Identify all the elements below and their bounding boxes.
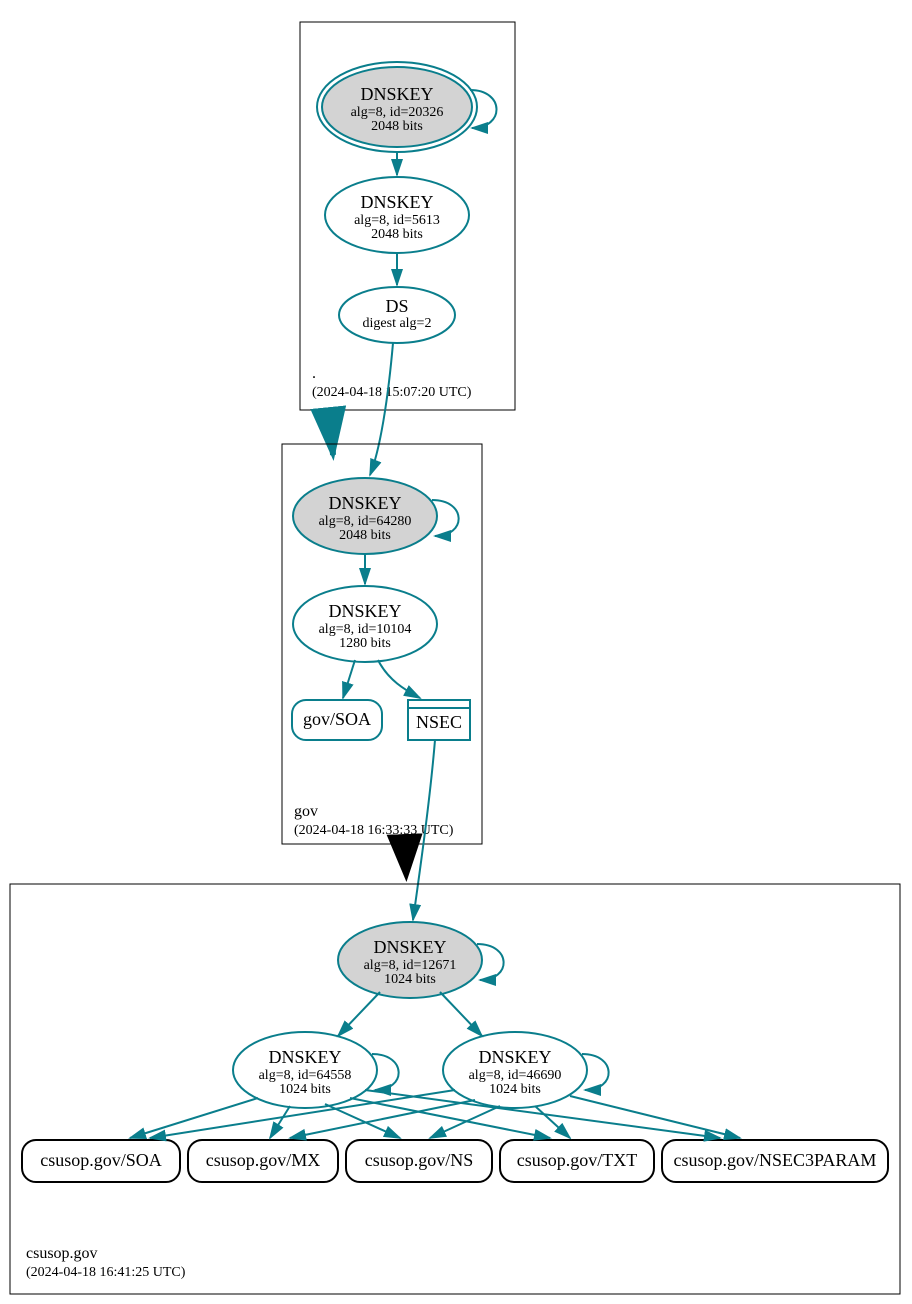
- gov-ksk-title: DNSKEY: [328, 493, 401, 513]
- edge-root-to-gov: [333, 410, 340, 455]
- csusop-ksk-node: DNSKEY alg=8, id=12671 1024 bits: [338, 922, 482, 998]
- gov-nsec-label: NSEC: [416, 712, 462, 732]
- e-z2-txt: [535, 1106, 570, 1138]
- gov-nsec-node: NSEC: [408, 700, 470, 740]
- csusop-zsk2-title: DNSKEY: [478, 1047, 551, 1067]
- root-zsk-bits: 2048 bits: [371, 227, 423, 242]
- edge-ksk-zsk2: [440, 992, 482, 1036]
- csusop-ksk-bits: 1024 bits: [384, 972, 436, 987]
- root-ksk-bits: 2048 bits: [371, 119, 423, 134]
- edge-ds-to-gov-ksk: [370, 343, 393, 475]
- csusop-zsk1-bits: 1024 bits: [279, 1082, 331, 1097]
- csusop-mx-label: csusop.gov/MX: [206, 1150, 321, 1170]
- edge-gov-to-csusop: [405, 844, 406, 870]
- csusop-zsk2-bits: 1024 bits: [489, 1082, 541, 1097]
- csusop-zsk1-meta: alg=8, id=64558: [259, 1068, 352, 1083]
- zone-csusop-name: csusop.gov: [26, 1245, 98, 1262]
- gov-ksk-node: DNSKEY alg=8, id=64280 2048 bits: [293, 478, 437, 554]
- gov-zsk-bits: 1280 bits: [339, 636, 391, 651]
- gov-zsk-meta: alg=8, id=10104: [319, 622, 412, 637]
- edge-gov-zsk-nsec: [378, 660, 420, 698]
- gov-zsk-title: DNSKEY: [328, 601, 401, 621]
- zone-gov-ts: (2024-04-18 16:33:33 UTC): [294, 823, 454, 838]
- csusop-ksk-title: DNSKEY: [373, 937, 446, 957]
- root-ksk-node: DNSKEY alg=8, id=20326 2048 bits: [317, 62, 477, 152]
- gov-ksk-meta: alg=8, id=64280: [319, 514, 412, 529]
- gov-ksk-bits: 2048 bits: [339, 528, 391, 543]
- gov-zsk-node: DNSKEY alg=8, id=10104 1280 bits: [293, 586, 437, 662]
- root-ds-meta: digest alg=2: [363, 316, 432, 331]
- dnssec-diagram: . (2024-04-18 15:07:20 UTC) DNSKEY alg=8…: [0, 0, 912, 1304]
- gov-soa-label: gov/SOA: [303, 709, 371, 729]
- zone-csusop-ts: (2024-04-18 16:41:25 UTC): [26, 1265, 186, 1280]
- zone-root-name: .: [312, 365, 316, 382]
- root-zsk-node: DNSKEY alg=8, id=5613 2048 bits: [325, 177, 469, 253]
- csusop-soa-label: csusop.gov/SOA: [40, 1150, 162, 1170]
- csusop-zsk1-node: DNSKEY alg=8, id=64558 1024 bits: [233, 1032, 377, 1108]
- edge-gov-zsk-soa: [343, 660, 355, 698]
- csusop-zsk1-title: DNSKEY: [268, 1047, 341, 1067]
- csusop-nsec3param-label: csusop.gov/NSEC3PARAM: [674, 1150, 877, 1170]
- csusop-ns-label: csusop.gov/NS: [365, 1150, 474, 1170]
- csusop-ksk-meta: alg=8, id=12671: [364, 958, 457, 973]
- edge-ksk-zsk1: [338, 992, 380, 1036]
- e-z2-ns: [430, 1106, 500, 1138]
- zone-root-ts: (2024-04-18 15:07:20 UTC): [312, 385, 472, 400]
- zone-gov-name: gov: [294, 803, 318, 820]
- csusop-zsk2-meta: alg=8, id=46690: [469, 1068, 562, 1083]
- root-ds-node: DS digest alg=2: [339, 287, 455, 343]
- csusop-txt-label: csusop.gov/TXT: [517, 1150, 638, 1170]
- root-zsk-title: DNSKEY: [360, 192, 433, 212]
- root-ksk-meta: alg=8, id=20326: [351, 105, 444, 120]
- e-z1-mx: [270, 1106, 290, 1138]
- root-ksk-title: DNSKEY: [360, 84, 433, 104]
- root-ds-title: DS: [385, 296, 408, 316]
- e-z2-n3p: [570, 1096, 740, 1138]
- root-zsk-meta: alg=8, id=5613: [354, 213, 440, 228]
- csusop-zsk2-node: DNSKEY alg=8, id=46690 1024 bits: [443, 1032, 587, 1108]
